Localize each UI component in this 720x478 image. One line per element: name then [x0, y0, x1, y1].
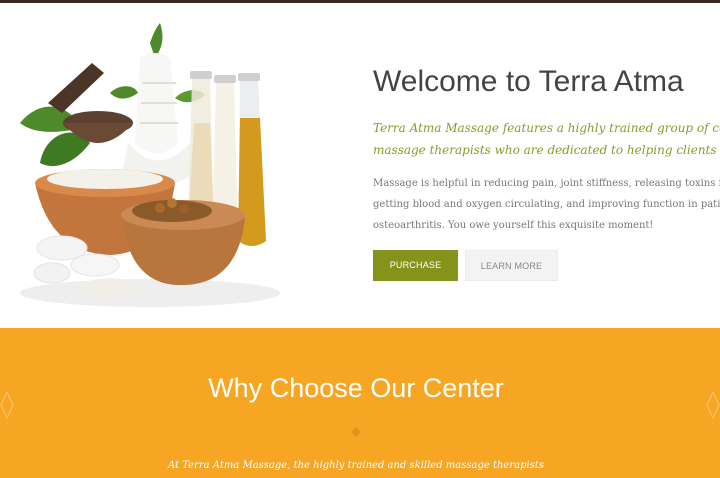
- learn-more-button[interactable]: LEARN MORE: [465, 250, 558, 281]
- why-choose-text: At Terra Atma Massage, the highly traine…: [168, 460, 544, 471]
- right-ornament-icon: [706, 390, 720, 420]
- why-choose-section: Why Choose Our Center At Terra Atma Mass…: [0, 328, 720, 478]
- purchase-button[interactable]: PURCHASE: [373, 250, 458, 281]
- diamond-divider-icon: [351, 427, 361, 437]
- why-choose-heading: Why Choose Our Center: [208, 373, 504, 403]
- spa-products-image: [20, 23, 280, 307]
- welcome-heading: Welcome to Terra Atma: [373, 65, 684, 98]
- body-text: Massage is helpful in reducing pain, joi…: [373, 178, 720, 231]
- hero-section: Welcome to Terra Atma Terra Atma Massage…: [0, 3, 720, 328]
- intro-text: Terra Atma Massage features a highly tra…: [373, 121, 720, 157]
